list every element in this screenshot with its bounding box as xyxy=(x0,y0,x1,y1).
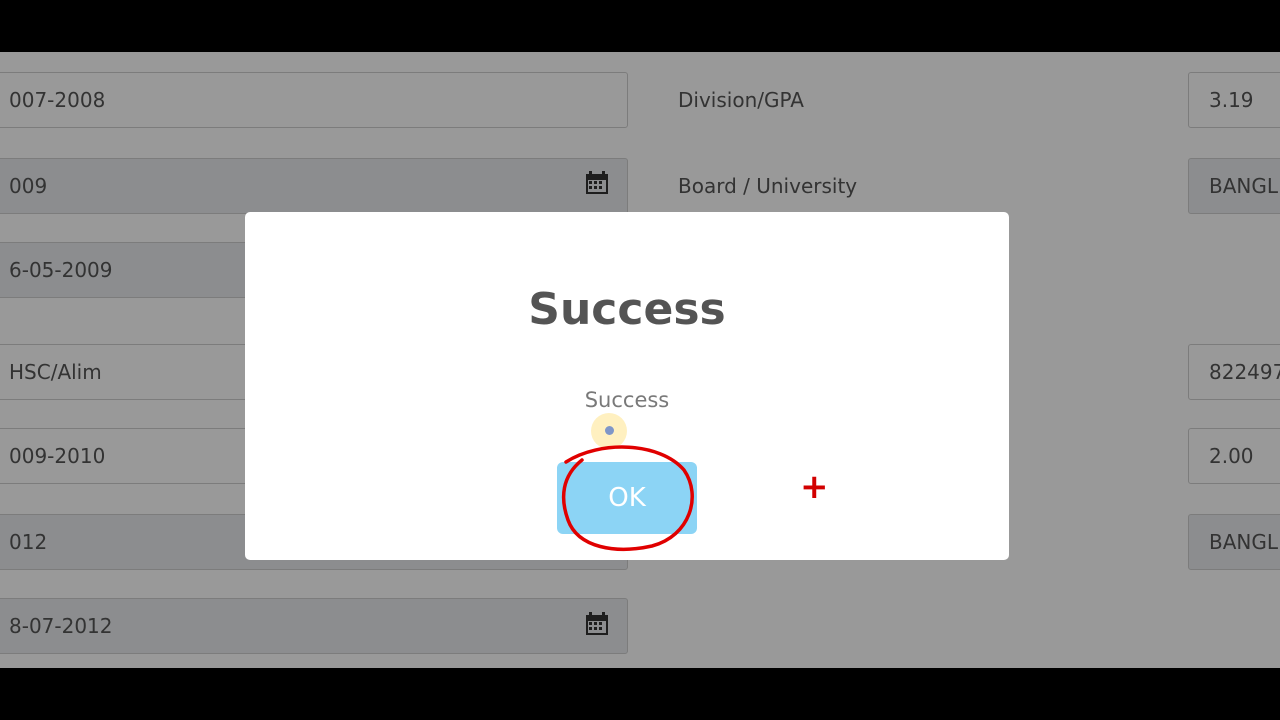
cursor-crosshair: + xyxy=(800,467,829,507)
letterbox-bottom xyxy=(0,668,1280,720)
dialog-message: Success xyxy=(584,388,670,412)
dialog-title: Success xyxy=(528,284,726,335)
letterbox-top xyxy=(0,0,1280,52)
ok-button[interactable]: OK xyxy=(557,462,697,534)
success-dialog: Success Success OK xyxy=(245,212,1009,560)
cursor-click-indicator xyxy=(591,413,627,449)
